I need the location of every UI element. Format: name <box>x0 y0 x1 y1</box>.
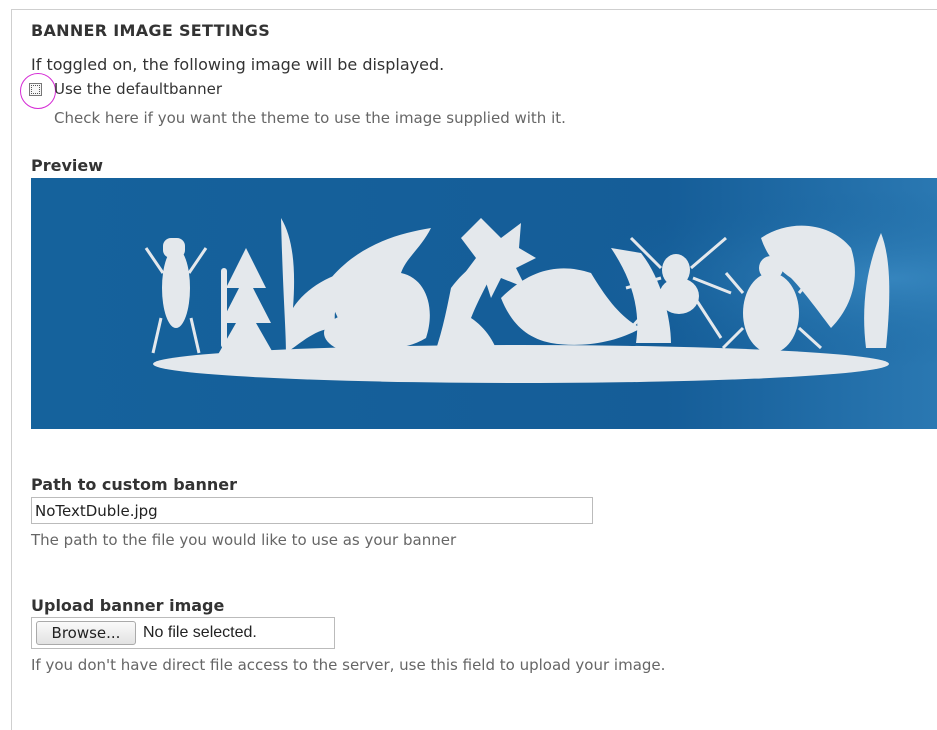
preview-label: Preview <box>31 156 104 175</box>
default-banner-description: Check here if you want the theme to use … <box>54 109 566 127</box>
default-banner-checkbox[interactable] <box>29 83 42 96</box>
file-status-text: No file selected. <box>143 624 257 641</box>
custom-path-description: The path to the file you would like to u… <box>31 531 457 549</box>
upload-description: If you don't have direct file access to … <box>31 656 666 674</box>
intro-text: If toggled on, the following image will … <box>31 55 445 74</box>
banner-preview-image <box>31 178 937 429</box>
custom-path-label: Path to custom banner <box>31 475 237 494</box>
upload-label: Upload banner image <box>31 596 225 615</box>
default-banner-label[interactable]: Use the defaultbanner <box>54 80 222 98</box>
section-title: BANNER IMAGE SETTINGS <box>31 21 271 40</box>
banner-silhouette-art <box>31 178 937 429</box>
browse-button[interactable]: Browse... <box>36 621 136 645</box>
custom-path-input[interactable] <box>31 497 593 524</box>
file-upload-field[interactable]: Browse... No file selected. <box>31 617 335 649</box>
